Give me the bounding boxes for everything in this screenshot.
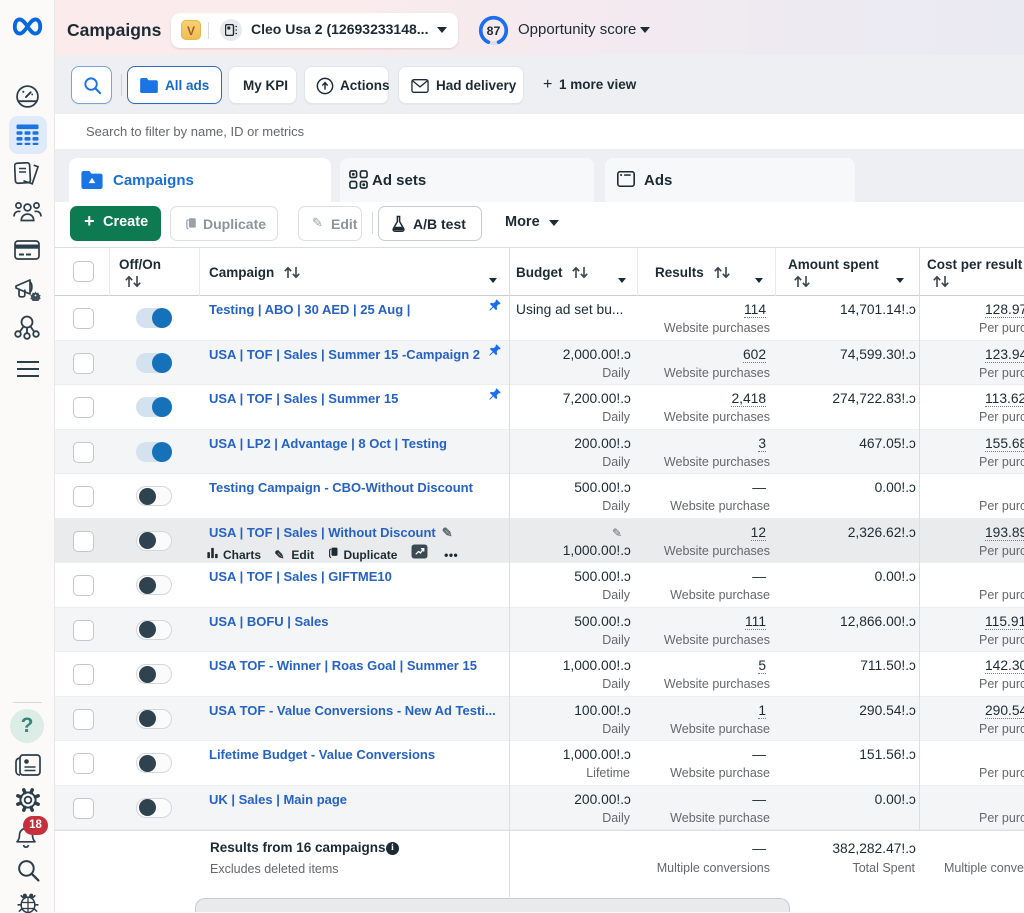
svg-text:87: 87: [487, 24, 501, 38]
